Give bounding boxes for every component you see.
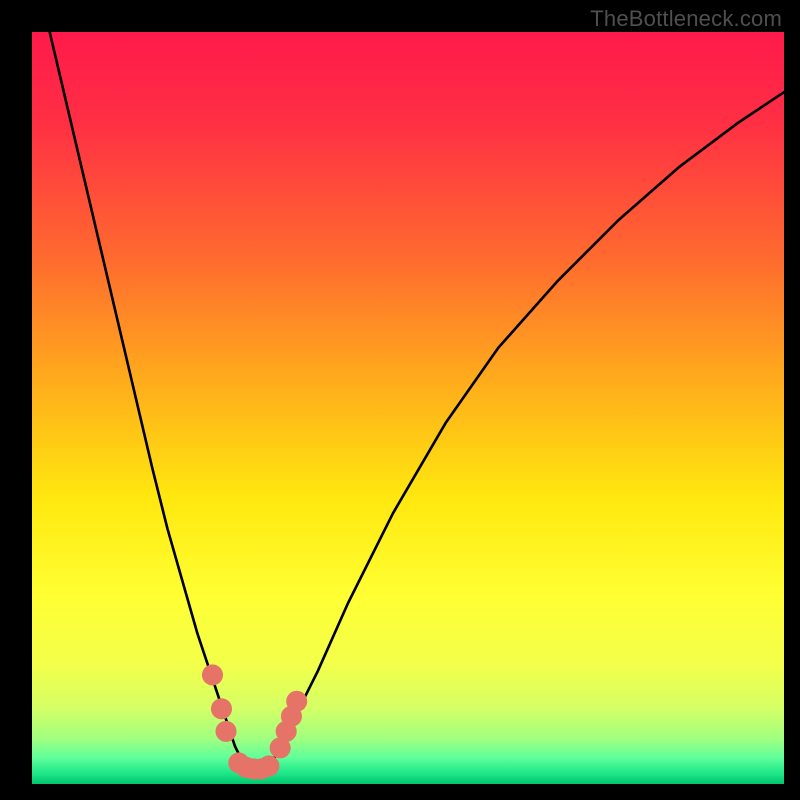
marker-point [286,691,307,712]
chart-svg [32,32,784,784]
chart-frame: TheBottleneck.com [0,0,800,800]
marker-point [258,755,279,776]
marker-point [211,698,232,719]
gradient-background [32,32,784,784]
marker-point [202,664,223,685]
plot-area [32,32,784,784]
watermark-text: TheBottleneck.com [590,6,782,32]
marker-point [215,721,236,742]
